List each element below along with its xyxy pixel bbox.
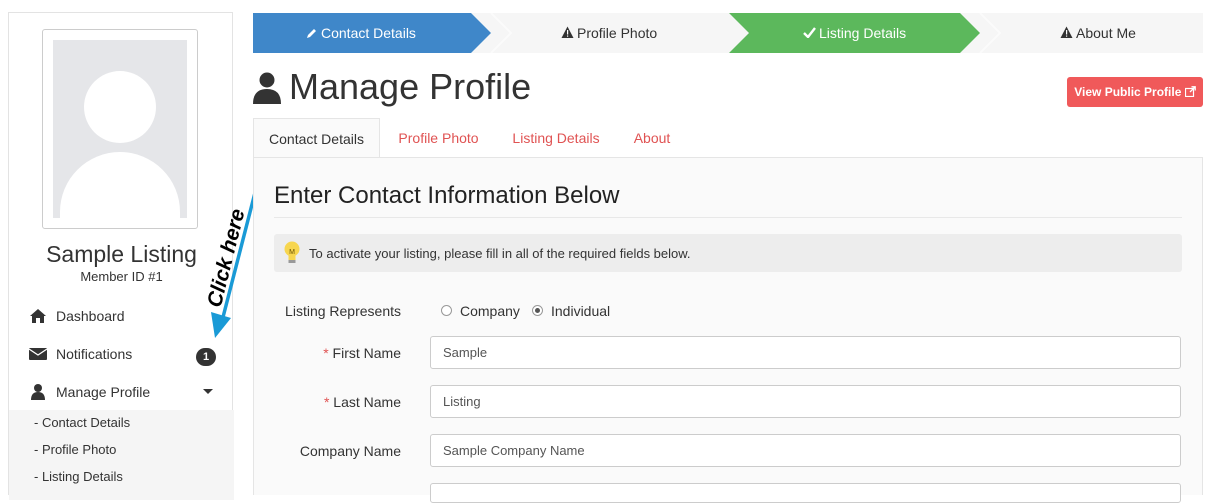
sidebar-item-label: Notifications <box>56 346 133 362</box>
pencil-icon <box>307 29 316 38</box>
sidebar: Sample Listing Member ID #1 Dashboard No… <box>8 12 234 500</box>
subnav-item-contact-details[interactable]: - Contact Details <box>34 415 130 430</box>
next-field[interactable] <box>430 483 1181 503</box>
step-about-me[interactable]: About Me <box>980 13 1203 53</box>
required-marker: * <box>323 345 333 361</box>
last-name-label-text: Last Name <box>333 394 401 410</box>
tab-contact-details[interactable]: Contact Details <box>253 118 380 158</box>
step-label: Listing Details <box>819 25 907 41</box>
external-link-icon <box>1184 86 1196 98</box>
envelope-icon <box>29 348 47 360</box>
member-name: Sample Listing <box>46 241 197 267</box>
first-name-label-text: First Name <box>332 345 401 361</box>
member-id: Member ID #1 <box>80 269 163 284</box>
avatar-placeholder-icon <box>53 40 187 218</box>
page-title: Manage Profile <box>289 66 532 107</box>
tab-listing-details[interactable]: Listing Details <box>501 118 611 158</box>
company-name-label: Company Name <box>299 443 401 459</box>
step-listing-details[interactable]: Listing Details <box>739 13 970 53</box>
sidebar-item-label: Dashboard <box>56 308 125 324</box>
sidebar-item-manage-profile[interactable]: Manage Profile <box>9 374 234 410</box>
radio-individual[interactable] <box>532 305 543 316</box>
warning-icon <box>561 26 574 38</box>
required-marker: * <box>323 394 334 410</box>
button-label: View Public Profile <box>1074 85 1182 99</box>
radio-individual-label: Individual <box>551 303 611 319</box>
first-name-field[interactable]: Sample <box>430 336 1181 369</box>
lightbulb-icon: M <box>284 241 300 263</box>
profile-tabs: Contact Details Profile Photo Listing De… <box>253 118 1203 158</box>
user-icon <box>253 72 281 104</box>
sidebar-item-dashboard[interactable]: Dashboard <box>9 298 234 334</box>
alert-message: To activate your listing, please fill in… <box>309 246 691 261</box>
radio-company[interactable] <box>441 305 452 316</box>
subnav-item-listing-details[interactable]: - Listing Details <box>34 469 123 484</box>
first-name-label: * First Name <box>274 345 401 361</box>
user-icon <box>31 384 45 400</box>
listing-represents-label: Listing Represents <box>285 303 401 319</box>
svg-text:M: M <box>289 249 295 256</box>
step-label: Profile Photo <box>577 25 658 41</box>
radio-company-label: Company <box>460 303 520 319</box>
step-contact-details[interactable]: Contact Details <box>253 13 481 53</box>
avatar <box>42 29 198 229</box>
company-name-field[interactable]: Sample Company Name <box>430 434 1181 467</box>
sidebar-item-notifications[interactable]: Notifications 1 <box>9 336 234 372</box>
step-label: Contact Details <box>321 25 416 41</box>
tab-about[interactable]: About <box>621 118 683 158</box>
view-public-profile-button[interactable]: View Public Profile <box>1067 77 1203 107</box>
step-label: About Me <box>1076 25 1136 41</box>
divider <box>274 217 1182 218</box>
step-profile-photo[interactable]: Profile Photo <box>491 13 729 53</box>
check-icon <box>803 27 816 38</box>
progress-steps: Contact Details Profile Photo Listing De… <box>253 13 1203 53</box>
contact-details-panel: Enter Contact Information Below M To act… <box>253 157 1203 503</box>
section-heading: Enter Contact Information Below <box>274 182 620 209</box>
info-alert: M To activate your listing, please fill … <box>274 234 1182 272</box>
sidebar-item-label: Manage Profile <box>56 384 151 400</box>
warning-icon <box>1060 26 1073 38</box>
last-name-field[interactable]: Listing <box>430 385 1181 418</box>
tab-profile-photo[interactable]: Profile Photo <box>386 118 491 158</box>
home-icon <box>30 309 46 323</box>
chevron-down-icon[interactable] <box>203 389 213 394</box>
notification-badge: 1 <box>196 348 216 366</box>
subnav-item-profile-photo[interactable]: - Profile Photo <box>34 442 116 457</box>
last-name-label: * Last Name <box>274 394 401 410</box>
subnav: - Contact Details - Profile Photo - List… <box>9 410 234 500</box>
